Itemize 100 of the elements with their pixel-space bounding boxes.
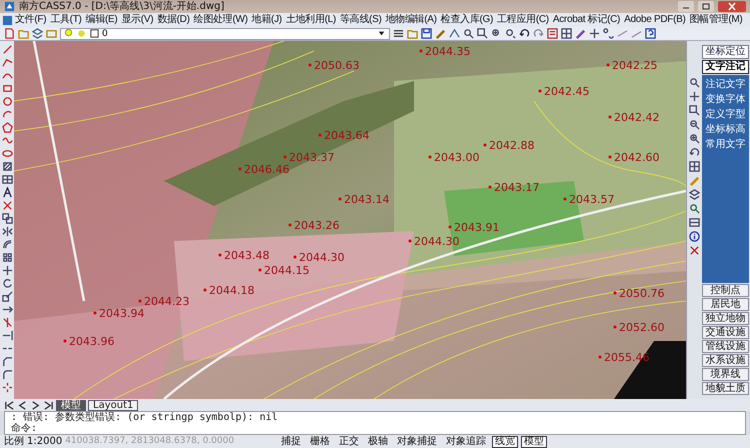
menu-item[interactable]: Acrobat 标记(C) bbox=[550, 13, 622, 27]
status-toggle[interactable]: 栅格 bbox=[307, 436, 334, 448]
layer-icon[interactable] bbox=[32, 28, 43, 39]
arc-tool-icon[interactable] bbox=[2, 109, 12, 120]
polygon-tool-icon[interactable] bbox=[2, 122, 12, 133]
menu-item[interactable]: 检查入库(G) bbox=[438, 13, 496, 27]
status-toggle[interactable]: 线宽 bbox=[492, 436, 518, 448]
spline-tool-icon[interactable] bbox=[2, 135, 12, 146]
zoom-realtime-icon[interactable] bbox=[463, 28, 474, 39]
table-icon[interactable] bbox=[688, 217, 700, 228]
last-tab-icon[interactable] bbox=[43, 400, 54, 411]
erase-tool-icon[interactable] bbox=[2, 200, 12, 211]
symbol-list-item[interactable]: 常用文字 bbox=[706, 139, 746, 151]
offset-tool-icon[interactable] bbox=[2, 239, 12, 250]
panel-tab[interactable]: 文字注记 bbox=[702, 60, 749, 74]
zoom-in-icon[interactable] bbox=[491, 28, 502, 39]
category-button[interactable]: 管线设施 bbox=[702, 340, 749, 353]
category-button[interactable]: 境界线 bbox=[702, 368, 749, 381]
explode-tool-icon[interactable] bbox=[2, 382, 12, 393]
menu-item[interactable]: 地籍(J) bbox=[250, 13, 284, 27]
menu-item[interactable]: 绘图处理(W) bbox=[192, 13, 250, 27]
menu-item[interactable]: 数据(D) bbox=[155, 13, 192, 27]
zoom-out-icon[interactable] bbox=[688, 119, 700, 130]
list-icon[interactable] bbox=[393, 28, 404, 39]
close-icon[interactable] bbox=[688, 245, 700, 256]
trim-tool-icon[interactable] bbox=[2, 317, 12, 328]
search-icon[interactable] bbox=[688, 203, 700, 214]
panel-tab[interactable]: 坐标定位 bbox=[702, 45, 749, 59]
properties-icon[interactable] bbox=[547, 28, 558, 39]
symbol-list-item[interactable]: 注记文字 bbox=[706, 79, 746, 91]
ellipse-tool-icon[interactable] bbox=[2, 148, 12, 159]
rotate-tool-icon[interactable] bbox=[2, 278, 12, 289]
symbol-list-item[interactable]: 坐标标高 bbox=[706, 124, 746, 136]
layers-icon[interactable] bbox=[688, 189, 700, 200]
polyline-tool-icon[interactable] bbox=[2, 57, 12, 68]
info-icon[interactable] bbox=[688, 231, 700, 242]
category-button[interactable]: 控制点 bbox=[702, 284, 749, 297]
pan-icon[interactable] bbox=[688, 91, 700, 102]
category-button[interactable]: 地貌土质 bbox=[702, 382, 749, 395]
node-icon[interactable] bbox=[603, 28, 614, 39]
previous-tab-icon[interactable] bbox=[17, 400, 28, 411]
copy-tool-icon[interactable] bbox=[2, 213, 12, 224]
stretch-tool-icon[interactable] bbox=[2, 304, 12, 315]
new-file-icon[interactable] bbox=[4, 28, 15, 39]
next-tab-icon[interactable] bbox=[30, 400, 41, 411]
category-button[interactable]: 独立地物 bbox=[702, 312, 749, 325]
status-toggle[interactable]: 对象追踪 bbox=[443, 436, 490, 448]
layout-tab[interactable]: Layout1 bbox=[88, 400, 138, 411]
symbol-list-item[interactable]: 定义字型 bbox=[706, 109, 746, 121]
menu-item[interactable]: 地物编辑(A) bbox=[383, 13, 439, 27]
text-tool-icon[interactable] bbox=[2, 187, 12, 198]
pencil-icon[interactable] bbox=[435, 28, 446, 39]
status-toggle[interactable]: 模型 bbox=[521, 436, 548, 448]
undo-icon[interactable] bbox=[519, 28, 530, 39]
category-button[interactable]: 水系设施 bbox=[702, 354, 749, 367]
fillet-tool-icon[interactable] bbox=[2, 369, 12, 380]
pen-icon[interactable] bbox=[575, 28, 586, 39]
first-tab-icon[interactable] bbox=[4, 400, 15, 411]
status-toggle[interactable]: 捕捉 bbox=[278, 436, 304, 448]
category-button[interactable]: 居民地 bbox=[702, 298, 749, 311]
menu-item[interactable]: 文件(F) bbox=[13, 13, 48, 27]
status-toggle[interactable]: 正交 bbox=[336, 436, 362, 448]
menu-item[interactable]: 图幅管理(M) bbox=[688, 13, 744, 27]
menu-item[interactable]: 显示(V) bbox=[119, 13, 156, 27]
layout-tab[interactable]: 模型 bbox=[56, 400, 86, 411]
zoom-previous-icon[interactable] bbox=[505, 28, 516, 39]
array-tool-icon[interactable] bbox=[2, 252, 12, 263]
match-properties-icon[interactable] bbox=[449, 28, 460, 39]
zoom-icon[interactable] bbox=[688, 77, 700, 88]
table-tool-icon[interactable] bbox=[2, 174, 12, 185]
menu-item[interactable]: 土地利用(L) bbox=[284, 13, 338, 27]
mirror-tool-icon[interactable] bbox=[2, 226, 12, 237]
chamfer-tool-icon[interactable] bbox=[2, 356, 12, 367]
extend-tool-icon[interactable] bbox=[2, 330, 12, 341]
status-toggle[interactable]: 对象捕捉 bbox=[394, 436, 440, 448]
line-tool-icon[interactable] bbox=[2, 44, 12, 55]
undo-view-icon[interactable] bbox=[688, 147, 700, 158]
layer-dropdown[interactable]: 0 bbox=[60, 28, 390, 40]
menu-item[interactable]: 等高线(S) bbox=[338, 13, 384, 27]
command-window[interactable]: : 错误: 参数类型错误: (or stringp symbolp): nil 命令: bbox=[4, 411, 746, 435]
menu-item[interactable]: 工具(T) bbox=[48, 13, 84, 27]
scale-tool-icon[interactable] bbox=[2, 291, 12, 302]
document-icon[interactable] bbox=[2, 14, 13, 26]
circle-tool-icon[interactable] bbox=[2, 96, 12, 107]
zoom-window-icon[interactable] bbox=[688, 105, 700, 116]
save-icon[interactable] bbox=[421, 28, 432, 39]
move-icon[interactable] bbox=[589, 28, 600, 39]
hatch-tool-icon[interactable] bbox=[2, 161, 12, 172]
status-toggle[interactable]: 极轴 bbox=[365, 436, 392, 448]
minimize-button[interactable] bbox=[678, 1, 694, 12]
rectangle-tool-icon[interactable] bbox=[2, 83, 12, 94]
zoom-window-icon[interactable] bbox=[477, 28, 488, 39]
layer-states-icon[interactable] bbox=[46, 28, 57, 39]
category-button[interactable]: 交通设施 bbox=[702, 326, 749, 339]
zoom-in-icon[interactable] bbox=[688, 133, 700, 144]
menu-item[interactable]: 工程应用(C) bbox=[495, 13, 551, 27]
close-button[interactable] bbox=[718, 1, 746, 12]
maximize-button[interactable] bbox=[698, 1, 714, 12]
move-tool-icon[interactable] bbox=[2, 265, 12, 276]
symbol-list-item[interactable]: 变换字体 bbox=[706, 94, 746, 106]
